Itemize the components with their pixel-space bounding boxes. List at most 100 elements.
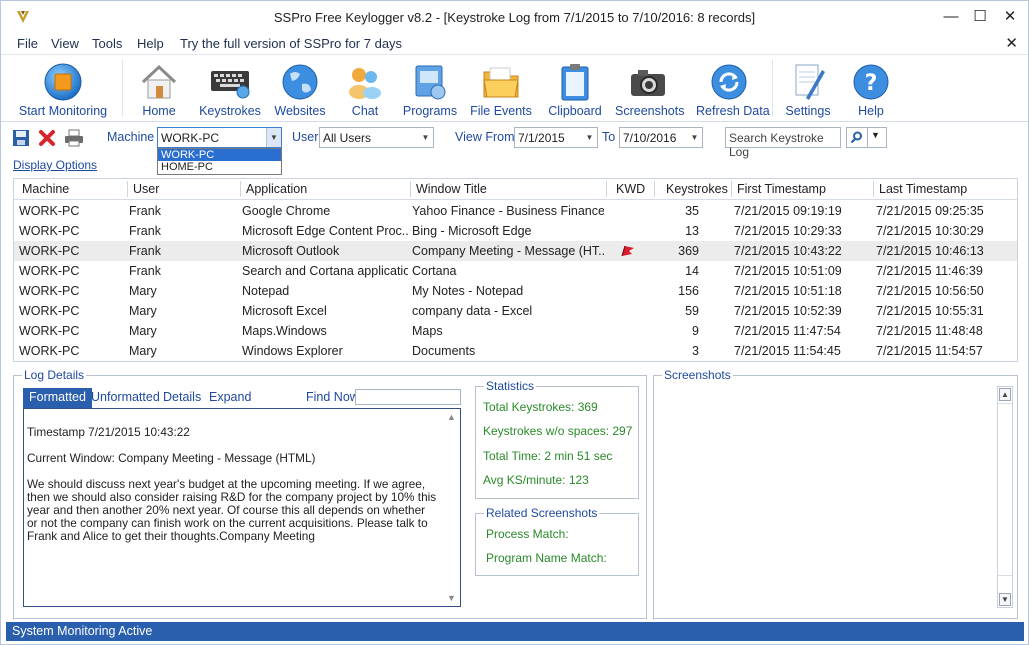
column-divider[interactable] xyxy=(873,181,874,197)
help-button[interactable]: ? Help xyxy=(848,62,894,120)
menu-view[interactable]: View xyxy=(51,36,79,51)
chevron-down-icon[interactable]: ▼ xyxy=(871,130,880,140)
start-monitoring-label: Start Monitoring xyxy=(18,104,108,118)
cell-application: Maps.Windows xyxy=(242,324,327,338)
tab-formatted[interactable]: Formatted xyxy=(23,388,92,408)
menu-tools[interactable]: Tools xyxy=(92,36,122,51)
log-details-title: Log Details xyxy=(22,368,87,382)
column-header-window-title[interactable]: Window Title xyxy=(416,182,487,196)
chat-label: Chat xyxy=(351,104,379,118)
scroll-thumb[interactable] xyxy=(998,403,1012,576)
cell-last-timestamp: 7/21/2015 10:56:50 xyxy=(876,284,984,298)
column-divider[interactable] xyxy=(240,181,241,197)
cell-application: Google Chrome xyxy=(242,204,331,218)
websites-label: Websites xyxy=(274,104,326,118)
find-input[interactable] xyxy=(355,389,461,405)
home-button[interactable]: Home xyxy=(136,62,182,120)
tab-expand[interactable]: Expand xyxy=(209,388,251,408)
to-date[interactable]: 7/10/2016 ▼ xyxy=(619,127,703,148)
table-row[interactable]: WORK-PC Mary Microsoft Excel company dat… xyxy=(14,301,1017,321)
menu-help[interactable]: Help xyxy=(137,36,164,51)
websites-button[interactable]: Websites xyxy=(274,62,326,120)
table-row[interactable]: WORK-PC Mary Windows Explorer Documents … xyxy=(14,341,1017,361)
tab-details[interactable]: Details xyxy=(163,388,201,408)
table-row[interactable]: WORK-PC Frank Google Chrome Yahoo Financ… xyxy=(14,201,1017,221)
clipboard-button[interactable]: Clipboard xyxy=(548,62,602,120)
log-body: We should discuss next year's budget at … xyxy=(27,477,437,543)
search-button[interactable]: ▼ xyxy=(846,127,887,148)
machine-option-home-pc[interactable]: HOME-PC xyxy=(158,161,281,173)
cell-last-timestamp: 7/21/2015 11:46:39 xyxy=(876,264,983,278)
cell-last-timestamp: 7/21/2015 10:55:31 xyxy=(876,304,984,318)
keystrokes-button[interactable]: Keystrokes xyxy=(199,62,261,120)
cell-first-timestamp: 7/21/2015 10:29:33 xyxy=(734,224,842,238)
to-value: 7/10/2016 xyxy=(623,131,677,145)
column-header-first-timestamp[interactable]: First Timestamp xyxy=(737,182,826,196)
scroll-down-icon[interactable]: ▼ xyxy=(447,593,456,603)
column-header-user[interactable]: User xyxy=(133,182,159,196)
menu-trial-link[interactable]: Try the full version of SSPro for 7 days xyxy=(180,36,402,51)
log-scrollbar[interactable]: ▲ ▼ xyxy=(444,409,460,606)
column-divider[interactable] xyxy=(731,181,732,197)
cell-machine: WORK-PC xyxy=(19,304,80,318)
search-input[interactable]: Search Keystroke Log xyxy=(725,127,841,159)
scroll-down-icon[interactable]: ▼ xyxy=(999,593,1011,606)
view-from-date[interactable]: 7/1/2015 ▼ xyxy=(514,127,598,148)
log-text-area[interactable]: Timestamp 7/21/2015 10:43:22 Current Win… xyxy=(23,408,461,607)
table-row[interactable]: WORK-PC Frank Microsoft Edge Content Pro… xyxy=(14,221,1017,241)
display-options-link[interactable]: Display Options xyxy=(13,158,97,172)
cell-first-timestamp: 7/21/2015 10:52:39 xyxy=(734,304,842,318)
refresh-data-button[interactable]: Refresh Data xyxy=(696,62,770,120)
related-screenshots-title: Related Screenshots xyxy=(484,506,600,520)
start-monitoring-button[interactable]: Start Monitoring xyxy=(17,62,109,120)
cell-window-title: Bing - Microsoft Edge xyxy=(412,224,532,238)
close-button[interactable]: ✕ xyxy=(996,5,1024,29)
screenshots-scrollbar[interactable]: ▲ ▼ xyxy=(997,386,1013,608)
table-row[interactable]: WORK-PC Frank Search and Cortana applica… xyxy=(14,261,1017,281)
cell-user: Mary xyxy=(129,304,157,318)
cell-last-timestamp: 7/21/2015 11:48:48 xyxy=(876,324,983,338)
screenshots-pane: Screenshots ▲ ▼ xyxy=(653,368,1018,619)
machine-option-work-pc[interactable]: WORK-PC xyxy=(158,149,281,161)
cell-keystrokes: 3 xyxy=(692,344,699,358)
maximize-button[interactable]: ☐ xyxy=(966,5,994,29)
cell-keystrokes: 59 xyxy=(685,304,699,318)
column-header-machine[interactable]: Machine xyxy=(22,182,69,196)
stat-total-time: Total Time: 2 min 51 sec xyxy=(483,449,613,463)
menu-file[interactable]: File xyxy=(17,36,38,51)
settings-button[interactable]: Settings xyxy=(785,62,831,120)
column-header-kwd[interactable]: KWD xyxy=(616,182,645,196)
file-events-button[interactable]: File Events xyxy=(470,62,532,120)
programs-button[interactable]: Programs xyxy=(403,62,457,120)
column-header-last-timestamp[interactable]: Last Timestamp xyxy=(879,182,967,196)
column-divider[interactable] xyxy=(606,181,607,197)
screenshots-button[interactable]: Screenshots xyxy=(615,62,684,120)
chevron-down-icon: ▼ xyxy=(266,128,281,147)
table-row[interactable]: WORK-PC Mary Maps.Windows Maps 9 7/21/20… xyxy=(14,321,1017,341)
table-row-selected[interactable]: WORK-PC Frank Microsoft Outlook Company … xyxy=(14,241,1017,261)
column-divider[interactable] xyxy=(654,181,655,197)
column-divider[interactable] xyxy=(410,181,411,197)
cell-user: Mary xyxy=(129,344,157,358)
column-header-keystrokes[interactable]: Keystrokes xyxy=(666,182,728,196)
print-icon[interactable] xyxy=(64,129,84,147)
keyboard-icon xyxy=(211,71,250,99)
find-now-button[interactable]: Find Now xyxy=(306,390,359,404)
menu-close-icon[interactable]: ✕ xyxy=(1005,34,1018,52)
table-row[interactable]: WORK-PC Mary Notepad My Notes - Notepad … xyxy=(14,281,1017,301)
minimize-button[interactable]: — xyxy=(937,5,965,29)
cell-machine: WORK-PC xyxy=(19,324,80,338)
scroll-up-icon[interactable]: ▲ xyxy=(447,412,456,422)
machine-select[interactable]: WORK-PC ▼ xyxy=(157,127,282,148)
delete-icon[interactable] xyxy=(38,129,56,147)
user-select[interactable]: All Users ▼ xyxy=(319,127,434,148)
tab-unformatted[interactable]: Unformatted xyxy=(91,388,160,408)
cell-application: Microsoft Excel xyxy=(242,304,327,318)
chat-button[interactable]: Chat xyxy=(342,62,388,120)
programs-icon xyxy=(415,65,446,100)
column-divider[interactable] xyxy=(127,181,128,197)
scroll-up-icon[interactable]: ▲ xyxy=(999,388,1011,401)
column-header-application[interactable]: Application xyxy=(246,182,307,196)
save-icon[interactable] xyxy=(12,129,30,147)
home-label: Home xyxy=(142,104,176,118)
